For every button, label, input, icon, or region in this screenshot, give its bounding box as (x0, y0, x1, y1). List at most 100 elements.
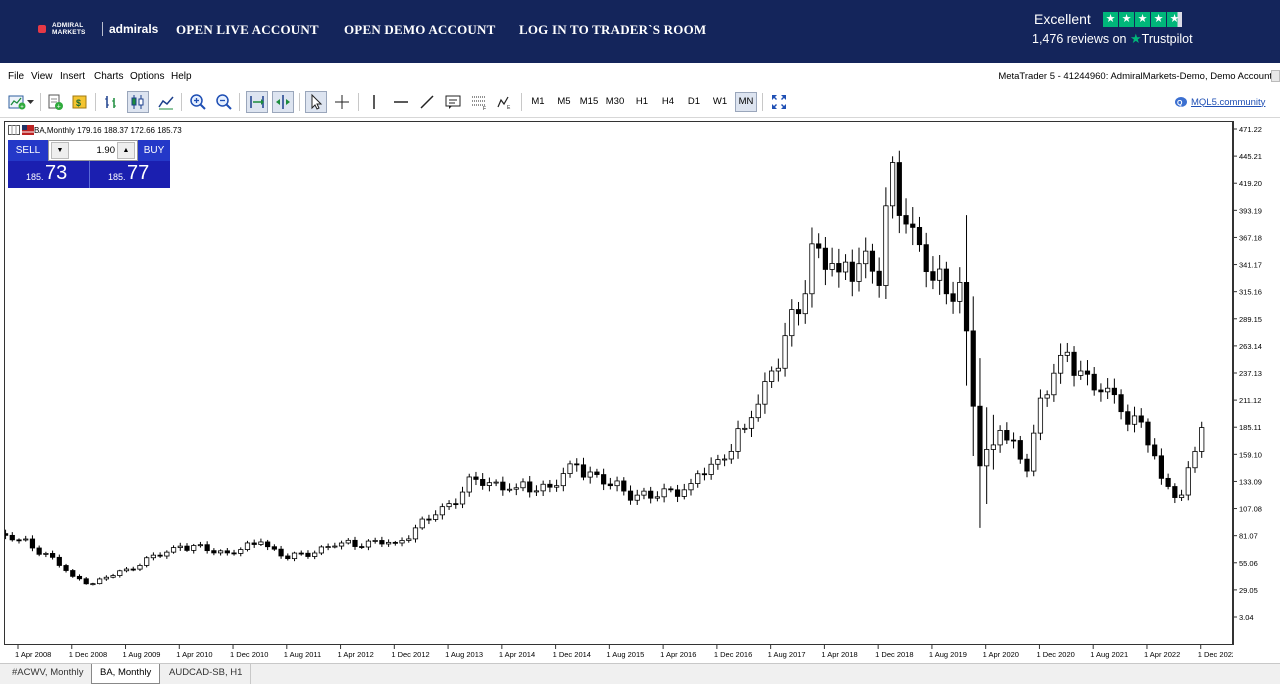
zoom-out-icon[interactable] (213, 91, 235, 113)
candle (338, 540, 345, 550)
volume-increase-icon[interactable]: ▲ (117, 142, 135, 159)
time-tick-label: 1 Dec 2012 (391, 650, 429, 659)
timeframe-m1[interactable]: M1 (529, 94, 547, 110)
candle (554, 479, 560, 492)
candle (359, 543, 365, 549)
candle (278, 545, 284, 559)
menu-file[interactable]: File (8, 71, 24, 82)
timeframe-m30[interactable]: M30 (604, 94, 626, 110)
time-tick-label: 1 Dec 2010 (230, 650, 268, 659)
time-tick-label: 1 Apr 2016 (660, 650, 696, 659)
candle (661, 483, 667, 503)
menu-charts[interactable]: Charts (94, 71, 123, 82)
chart-canvas[interactable] (4, 121, 1233, 645)
candle (23, 535, 29, 542)
toolbar-separator (358, 93, 359, 111)
timeframe-d1[interactable]: D1 (686, 94, 702, 110)
chart-shift-icon[interactable] (272, 91, 294, 113)
horizontal-line-icon[interactable] (390, 91, 412, 113)
candle (265, 539, 271, 551)
candle (345, 538, 351, 545)
volume-input[interactable] (71, 143, 115, 158)
crosshair-icon[interactable] (331, 91, 353, 113)
line-chart-icon[interactable] (155, 91, 177, 113)
market-watch-icon[interactable]: $ (69, 91, 91, 113)
elliott-icon[interactable]: E (494, 91, 516, 113)
candle (802, 280, 808, 324)
candle (910, 207, 916, 246)
candle (695, 470, 701, 488)
toolbar: + + $ F E M1 M5 M15 M30 H1 H4 D1 W1 MN Q… (0, 88, 1280, 118)
candle (506, 483, 513, 493)
buy-button[interactable]: BUY (138, 140, 170, 161)
menu-insert[interactable]: Insert (60, 71, 85, 82)
mql5-community-link[interactable]: Q MQL5.community (1174, 96, 1265, 108)
fibonacci-icon[interactable]: F (468, 91, 490, 113)
time-tick-label: 1 Apr 2022 (1144, 650, 1180, 659)
candle (856, 247, 862, 292)
traders-room-login-link[interactable]: LOG IN TO TRADER`S ROOM (519, 22, 706, 38)
toolbar-separator (40, 93, 41, 111)
add-symbol-icon[interactable]: + (44, 91, 66, 113)
admirals-logo[interactable]: ADMIRAL MARKETS admirals (38, 22, 158, 36)
new-chart-icon[interactable]: + (6, 91, 28, 113)
svg-text:+: + (20, 104, 24, 110)
toolbar-separator (762, 93, 763, 111)
tab-audcad-h1[interactable]: AUDCAD-SB, H1 (161, 664, 252, 684)
candle (930, 256, 936, 290)
dropdown-icon[interactable] (26, 91, 36, 113)
candle (325, 543, 331, 551)
buy-price[interactable]: 185. 77 (89, 161, 170, 188)
trustpilot-reviews[interactable]: 1,476 reviews on ★Trustpilot (1032, 31, 1193, 47)
candlestick-icon[interactable] (127, 91, 149, 113)
timeframe-h4[interactable]: H4 (660, 94, 676, 110)
candle (1111, 378, 1117, 404)
tab-ba-monthly[interactable]: BA, Monthly (91, 664, 161, 684)
candle (204, 541, 210, 554)
menu-view[interactable]: View (31, 71, 53, 82)
candle (674, 484, 681, 503)
tab-acwv-monthly[interactable]: #ACWV, Monthly (4, 664, 93, 684)
zoom-in-icon[interactable] (187, 91, 209, 113)
open-demo-account-link[interactable]: OPEN DEMO ACCOUNT (344, 22, 495, 38)
price-tick-label: 159.10 (1239, 450, 1262, 459)
price-tick-label: 55.06 (1239, 559, 1258, 568)
time-tick-label: 1 Aug 2017 (768, 650, 806, 659)
candle (117, 569, 123, 578)
candle (392, 540, 398, 546)
candle (594, 468, 600, 478)
chart-tabs: #ACWV, Monthly BA, Monthly AUDCAD-SB, H1 (0, 663, 1280, 684)
vertical-line-icon[interactable] (363, 91, 385, 113)
autoscroll-icon[interactable] (246, 91, 268, 113)
candle (963, 215, 970, 386)
timeframe-h1[interactable]: H1 (634, 94, 650, 110)
timeframe-m5[interactable]: M5 (555, 94, 573, 110)
toolbar-separator (299, 93, 300, 111)
menu-bar: File View Insert Charts Options Help Met… (0, 66, 1280, 86)
candle (298, 550, 304, 556)
candle (735, 420, 741, 459)
cursor-icon[interactable] (305, 91, 327, 113)
volume-decrease-icon[interactable]: ▼ (51, 142, 69, 159)
text-label-icon[interactable] (442, 91, 464, 113)
candle (480, 473, 486, 490)
sell-price[interactable]: 185. 73 (8, 161, 89, 188)
timeframe-m15[interactable]: M15 (578, 94, 600, 110)
window-restore-icon[interactable] (1271, 70, 1280, 82)
menu-help[interactable]: Help (171, 71, 192, 82)
candle (439, 503, 445, 520)
candle (1192, 446, 1198, 473)
candle (5, 529, 9, 540)
sell-button[interactable]: SELL (8, 140, 48, 161)
candle (863, 237, 869, 279)
fullscreen-icon[interactable] (768, 91, 790, 113)
bar-chart-icon[interactable] (100, 91, 122, 113)
timeframe-w1[interactable]: W1 (711, 94, 729, 110)
menu-options[interactable]: Options (130, 71, 164, 82)
candle (1178, 489, 1185, 501)
open-live-account-link[interactable]: OPEN LIVE ACCOUNT (176, 22, 319, 38)
timeframe-mn[interactable]: MN (735, 92, 757, 112)
star-icon: ★ (1135, 12, 1150, 27)
trend-line-icon[interactable] (416, 91, 438, 113)
candle (809, 227, 815, 308)
